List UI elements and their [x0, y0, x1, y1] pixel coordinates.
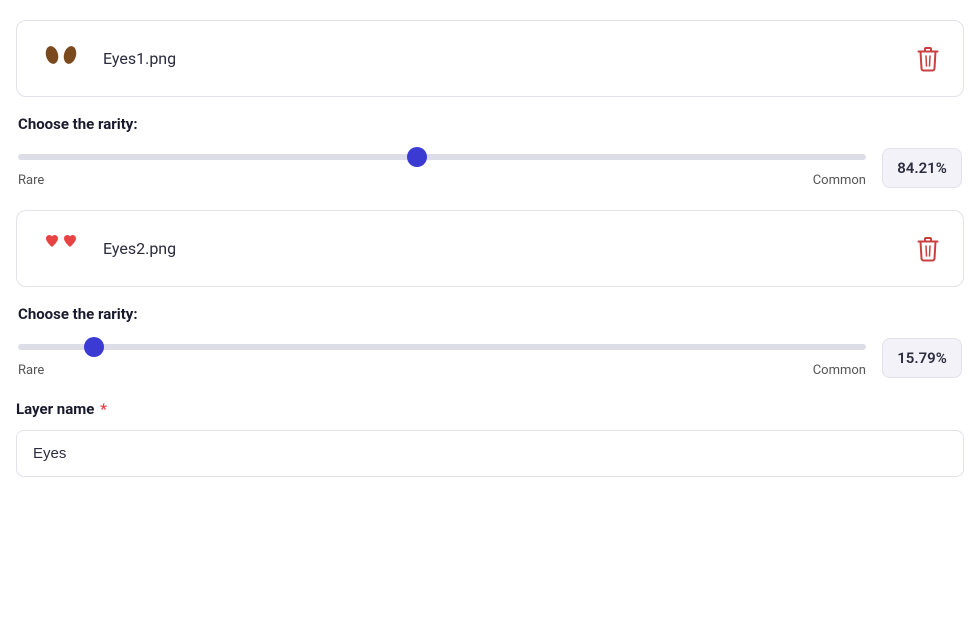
- item-name-eyes1: Eyes1.png: [103, 49, 913, 68]
- rarity-section-eyes1: Choose the rarity: Rare Common 84.21%: [16, 115, 964, 188]
- rarity-label-eyes1: Choose the rarity:: [18, 115, 962, 133]
- rare-label-eyes2: Rare: [18, 363, 44, 378]
- layer-name-input[interactable]: [16, 430, 964, 477]
- item-name-eyes2: Eyes2.png: [103, 239, 913, 258]
- layer-name-label: Layer name *: [16, 400, 964, 418]
- item-icon-eyes1: [37, 39, 85, 78]
- item-card-eyes1: Eyes1.png: [16, 20, 964, 97]
- rare-label-eyes1: Rare: [18, 173, 44, 188]
- slider-labels-eyes1: Rare Common: [18, 173, 866, 188]
- trash-icon-eyes2: [917, 236, 939, 262]
- item-card-eyes2: Eyes2.png: [16, 210, 964, 287]
- trash-icon-eyes1: [917, 46, 939, 72]
- slider-container-eyes1: Rare Common: [18, 147, 866, 188]
- rarity-row-eyes2: Rare Common 15.79%: [18, 337, 962, 378]
- rarity-label-eyes2: Choose the rarity:: [18, 305, 962, 323]
- common-label-eyes2: Common: [813, 363, 866, 378]
- item-icon-eyes2: [37, 229, 85, 268]
- layer-name-section: Layer name *: [16, 400, 964, 477]
- rarity-row-eyes1: Rare Common 84.21%: [18, 147, 962, 188]
- percentage-badge-eyes1: 84.21%: [882, 148, 962, 188]
- slider-labels-eyes2: Rare Common: [18, 363, 866, 378]
- common-label-eyes1: Common: [813, 173, 866, 188]
- required-star: *: [96, 400, 107, 418]
- percentage-badge-eyes2: 15.79%: [882, 338, 962, 378]
- delete-button-eyes1[interactable]: [913, 42, 943, 76]
- delete-button-eyes2[interactable]: [913, 232, 943, 266]
- rarity-section-eyes2: Choose the rarity: Rare Common 15.79%: [16, 305, 964, 378]
- slider-track-eyes2[interactable]: [18, 337, 866, 357]
- slider-container-eyes2: Rare Common: [18, 337, 866, 378]
- slider-track-eyes1[interactable]: [18, 147, 866, 167]
